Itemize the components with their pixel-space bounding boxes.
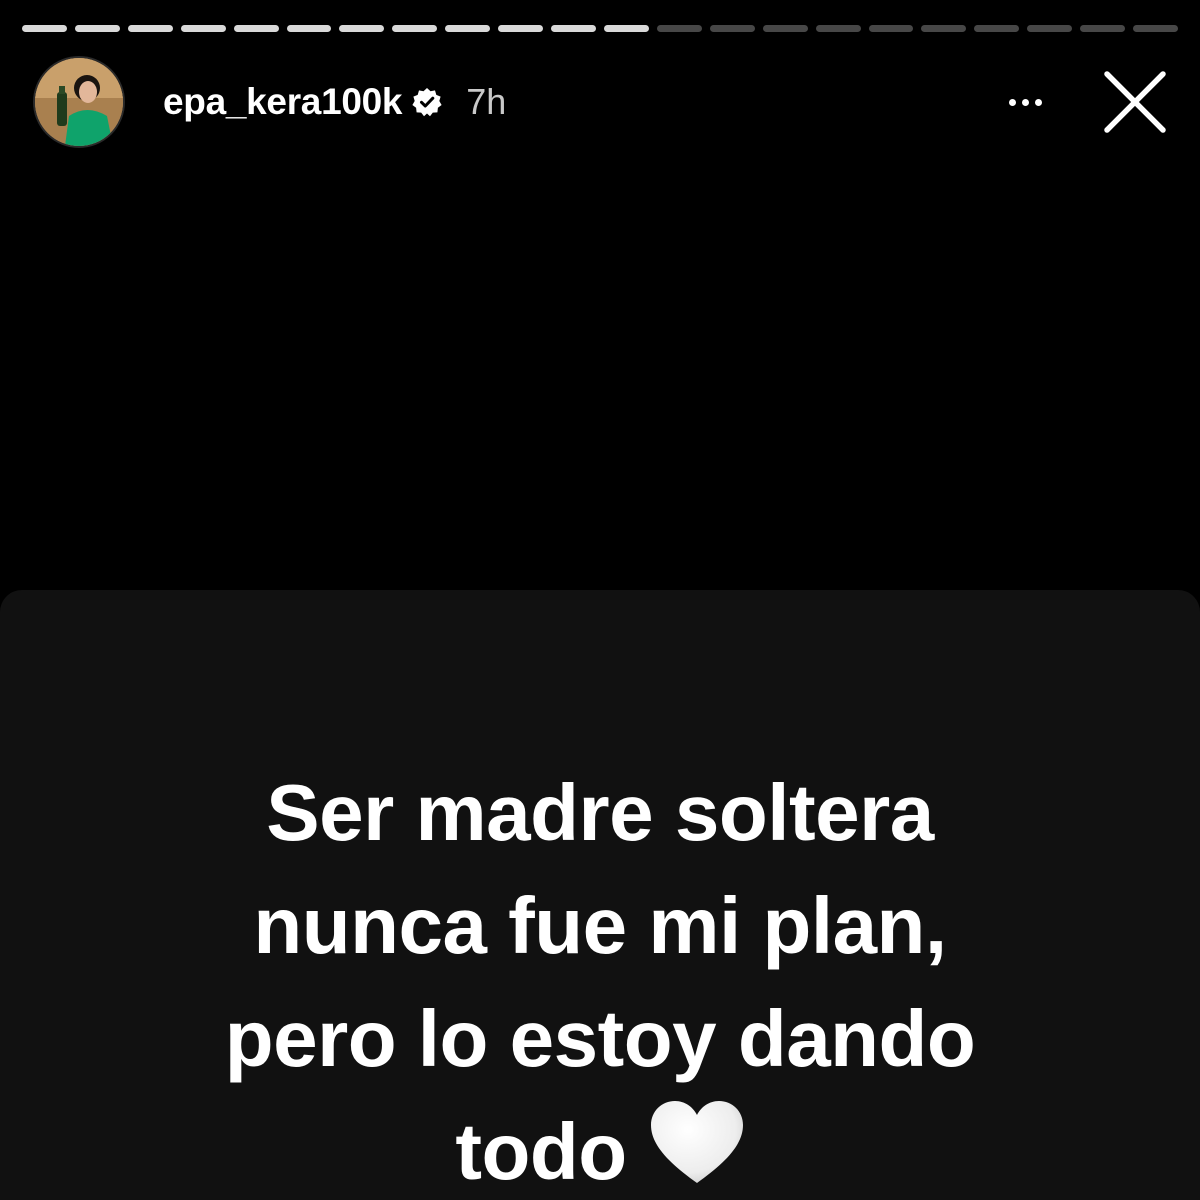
progress-segment	[74, 25, 120, 32]
progress-segment-fill	[233, 25, 279, 32]
progress-segment-fill	[286, 25, 332, 32]
progress-segment-fill	[180, 25, 226, 32]
progress-segment-fill	[339, 25, 385, 32]
progress-segment	[656, 25, 702, 32]
progress-segment-fill	[392, 25, 438, 32]
progress-segment-fill	[603, 25, 649, 32]
progress-segment	[1027, 25, 1073, 32]
username[interactable]: epa_kera100k	[163, 81, 402, 123]
progress-segment	[498, 25, 544, 32]
progress-segment	[1133, 25, 1178, 32]
progress-segment	[1080, 25, 1126, 32]
progress-segment	[127, 25, 173, 32]
progress-segment	[233, 25, 279, 32]
progress-segment-fill	[551, 25, 596, 32]
story-viewer[interactable]: epa_kera100k 7h Ser madre soltera nunca …	[0, 0, 1200, 1200]
close-icon[interactable]	[1104, 71, 1166, 133]
avatar[interactable]	[33, 56, 125, 148]
progress-segment-fill	[445, 25, 491, 32]
progress-segment	[392, 25, 438, 32]
caption-line: pero lo estoy dando	[224, 994, 976, 1083]
progress-segment	[339, 25, 385, 32]
progress-segment-fill	[74, 25, 120, 32]
avatar-photo	[35, 58, 123, 146]
caption-line: nunca fue mi plan,	[253, 881, 947, 970]
progress-segment	[974, 25, 1020, 32]
progress-segment	[551, 25, 596, 32]
white-heart-emoji-icon	[650, 1101, 743, 1183]
progress-segment	[286, 25, 332, 32]
caption-line: todo	[455, 1107, 627, 1196]
story-header: epa_kera100k 7h	[33, 55, 1178, 149]
story-text-card: Ser madre soltera nunca fue mi plan, per…	[0, 590, 1200, 1200]
progress-segment	[445, 25, 491, 32]
story-media	[0, 160, 1200, 590]
progress-segment-fill	[22, 25, 67, 32]
progress-segment-fill	[498, 25, 544, 32]
progress-segment	[709, 25, 755, 32]
story-caption: Ser madre soltera nunca fue mi plan, per…	[0, 756, 1200, 1200]
story-timestamp: 7h	[466, 81, 507, 122]
caption-last-line: todo	[0, 1095, 1200, 1200]
progress-segment-fill	[127, 25, 173, 32]
more-options-icon[interactable]	[1009, 98, 1042, 106]
progress-segment	[815, 25, 861, 32]
progress-segment	[22, 25, 67, 32]
verified-badge-icon	[412, 88, 442, 117]
story-progress-bar	[22, 25, 1178, 32]
progress-segment	[921, 25, 967, 32]
progress-segment	[180, 25, 226, 32]
progress-segment	[868, 25, 914, 32]
caption-line: Ser madre soltera	[266, 768, 934, 857]
progress-segment	[762, 25, 808, 32]
progress-segment	[603, 25, 649, 32]
